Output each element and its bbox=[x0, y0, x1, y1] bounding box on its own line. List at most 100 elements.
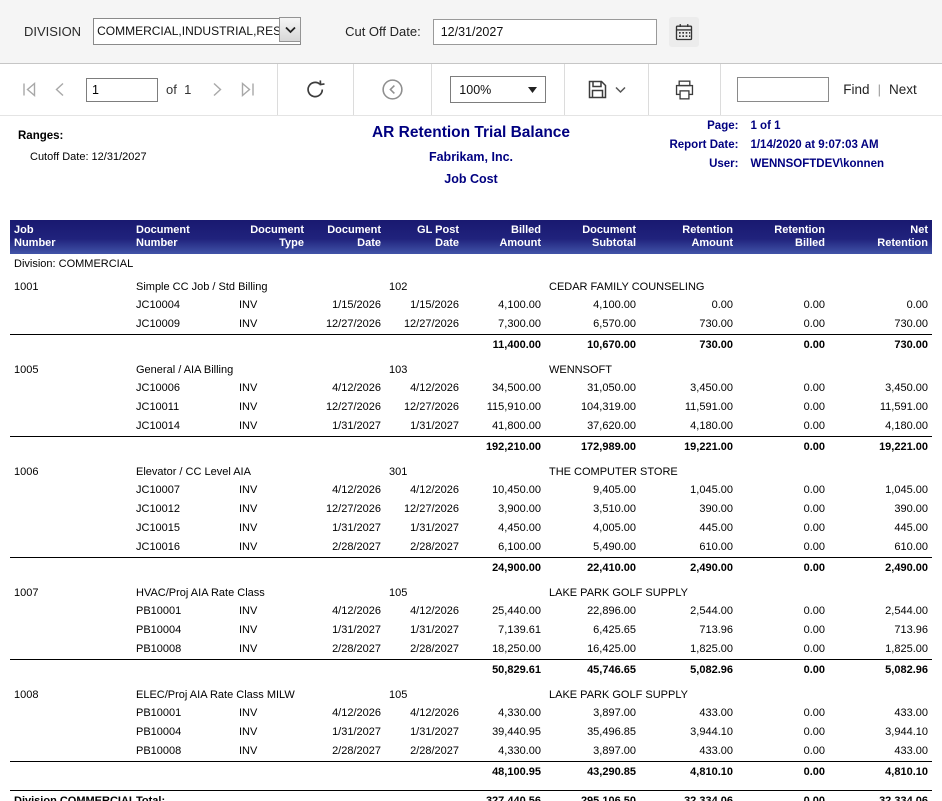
cutoff-date-input[interactable] bbox=[433, 19, 657, 45]
calendar-button[interactable] bbox=[669, 17, 699, 47]
document-row: JC10012INV12/27/202612/27/20263,900.003,… bbox=[10, 500, 932, 519]
page-number-input[interactable] bbox=[86, 78, 158, 102]
document-type: INV bbox=[235, 500, 308, 519]
net-retention: 1,825.00 bbox=[829, 640, 932, 660]
net-retention: 2,544.00 bbox=[829, 602, 932, 621]
next-page-button[interactable] bbox=[201, 77, 232, 102]
document-number: PB10001 bbox=[132, 704, 235, 723]
customer-name: THE COMPUTER STORE bbox=[545, 458, 932, 481]
document-subtotal: 22,896.00 bbox=[545, 602, 640, 621]
save-export-button[interactable] bbox=[581, 76, 632, 103]
column-header: Document Number bbox=[132, 220, 235, 254]
gl-post-date: 1/31/2027 bbox=[385, 621, 463, 640]
total-net-retention: 5,082.96 bbox=[829, 660, 932, 682]
document-type: INV bbox=[235, 602, 308, 621]
document-subtotal: 9,405.00 bbox=[545, 481, 640, 500]
total-billed-amount: 192,210.00 bbox=[463, 437, 545, 459]
page-navigation-group: of 1 bbox=[0, 64, 278, 115]
empty-cell bbox=[10, 315, 132, 335]
last-page-button[interactable] bbox=[232, 77, 263, 102]
document-row: JC10016INV2/28/20272/28/20276,100.005,49… bbox=[10, 538, 932, 558]
empty-cell bbox=[463, 458, 545, 481]
previous-page-button[interactable] bbox=[45, 77, 76, 102]
document-type: INV bbox=[235, 417, 308, 437]
empty-cell bbox=[10, 723, 132, 742]
refresh-icon bbox=[304, 78, 327, 101]
gl-post-date: 1/15/2026 bbox=[385, 296, 463, 315]
total-billed-amount: 48,100.95 bbox=[463, 762, 545, 784]
job-total-row: 48,100.9543,290.854,810.100.004,810.10 bbox=[10, 762, 932, 784]
document-subtotal: 4,100.00 bbox=[545, 296, 640, 315]
column-header: Document Type bbox=[235, 220, 308, 254]
job-header-row: 1001Simple CC Job / Std Billing102CEDAR … bbox=[10, 273, 932, 296]
user-label: User: bbox=[669, 158, 738, 170]
division-dropdown[interactable]: COMMERCIAL,INDUSTRIAL,RESID bbox=[93, 18, 301, 45]
retention-billed: 0.00 bbox=[737, 640, 829, 660]
document-date: 1/31/2027 bbox=[308, 621, 385, 640]
billed-amount: 6,100.00 bbox=[463, 538, 545, 558]
find-input[interactable] bbox=[737, 77, 829, 102]
retention-amount: 3,944.10 bbox=[640, 723, 737, 742]
document-number: JC10012 bbox=[132, 500, 235, 519]
job-number: 1008 bbox=[10, 681, 132, 704]
document-subtotal: 3,510.00 bbox=[545, 500, 640, 519]
document-row: PB10004INV1/31/20271/31/202739,440.9535,… bbox=[10, 723, 932, 742]
refresh-button[interactable] bbox=[298, 75, 333, 104]
gl-post-date: 12/27/2026 bbox=[385, 398, 463, 417]
retention-billed: 0.00 bbox=[737, 500, 829, 519]
empty-cell bbox=[10, 558, 463, 580]
zoom-select[interactable]: 100% bbox=[450, 76, 546, 103]
document-date: 12/27/2026 bbox=[308, 398, 385, 417]
document-row: JC10011INV12/27/202612/27/2026115,910.00… bbox=[10, 398, 932, 417]
zoom-group: 100% bbox=[432, 64, 565, 115]
total-net-retention: 2,490.00 bbox=[829, 558, 932, 580]
billed-amount: 7,300.00 bbox=[463, 315, 545, 335]
first-page-icon bbox=[20, 80, 39, 99]
find-next-button[interactable]: Next bbox=[889, 82, 917, 97]
empty-cell bbox=[10, 602, 132, 621]
dropdown-arrow-button[interactable] bbox=[279, 17, 301, 42]
document-number: JC10014 bbox=[132, 417, 235, 437]
gl-post-date: 1/31/2027 bbox=[385, 417, 463, 437]
document-number: JC10009 bbox=[132, 315, 235, 335]
ranges-label: Ranges: bbox=[18, 130, 147, 142]
division-label: DIVISION bbox=[24, 24, 81, 39]
retention-amount: 1,045.00 bbox=[640, 481, 737, 500]
retention-amount: 433.00 bbox=[640, 742, 737, 762]
find-button[interactable]: Find bbox=[843, 82, 869, 97]
billed-amount: 39,440.95 bbox=[463, 723, 545, 742]
total-retention-amount: 2,490.00 bbox=[640, 558, 737, 580]
empty-cell bbox=[10, 398, 132, 417]
empty-cell bbox=[10, 335, 463, 357]
document-date: 2/28/2027 bbox=[308, 640, 385, 660]
retention-billed: 0.00 bbox=[737, 315, 829, 335]
back-to-parent-button[interactable] bbox=[374, 74, 411, 105]
document-number: PB10004 bbox=[132, 723, 235, 742]
report-date-value: 1/14/2020 at 9:07:03 AM bbox=[750, 139, 884, 151]
total-document-subtotal: 172,989.00 bbox=[545, 437, 640, 459]
document-subtotal: 16,425.00 bbox=[545, 640, 640, 660]
job-code: 103 bbox=[385, 356, 463, 379]
total-retention-billed: 0.00 bbox=[737, 437, 829, 459]
document-subtotal: 4,005.00 bbox=[545, 519, 640, 538]
retention-amount: 713.96 bbox=[640, 621, 737, 640]
document-number: JC10006 bbox=[132, 379, 235, 398]
select-arrow-icon bbox=[528, 87, 537, 93]
customer-name: LAKE PARK GOLF SUPPLY bbox=[545, 579, 932, 602]
spacer-row bbox=[10, 783, 932, 790]
billed-amount: 18,250.00 bbox=[463, 640, 545, 660]
billed-amount: 3,900.00 bbox=[463, 500, 545, 519]
first-page-button[interactable] bbox=[14, 77, 45, 102]
print-button[interactable] bbox=[667, 76, 702, 104]
billed-amount: 4,330.00 bbox=[463, 742, 545, 762]
printer-icon bbox=[673, 79, 696, 101]
total-retention-billed: 0.00 bbox=[737, 660, 829, 682]
job-code: 102 bbox=[385, 273, 463, 296]
document-date: 4/12/2026 bbox=[308, 379, 385, 398]
job-header-row: 1008ELEC/Proj AIA Rate Class MILW105LAKE… bbox=[10, 681, 932, 704]
column-header: Document Date bbox=[308, 220, 385, 254]
empty-cell bbox=[10, 500, 132, 519]
table-header-row: Job NumberDocument NumberDocument TypeDo… bbox=[10, 220, 932, 254]
retention-amount: 11,591.00 bbox=[640, 398, 737, 417]
document-subtotal: 37,620.00 bbox=[545, 417, 640, 437]
